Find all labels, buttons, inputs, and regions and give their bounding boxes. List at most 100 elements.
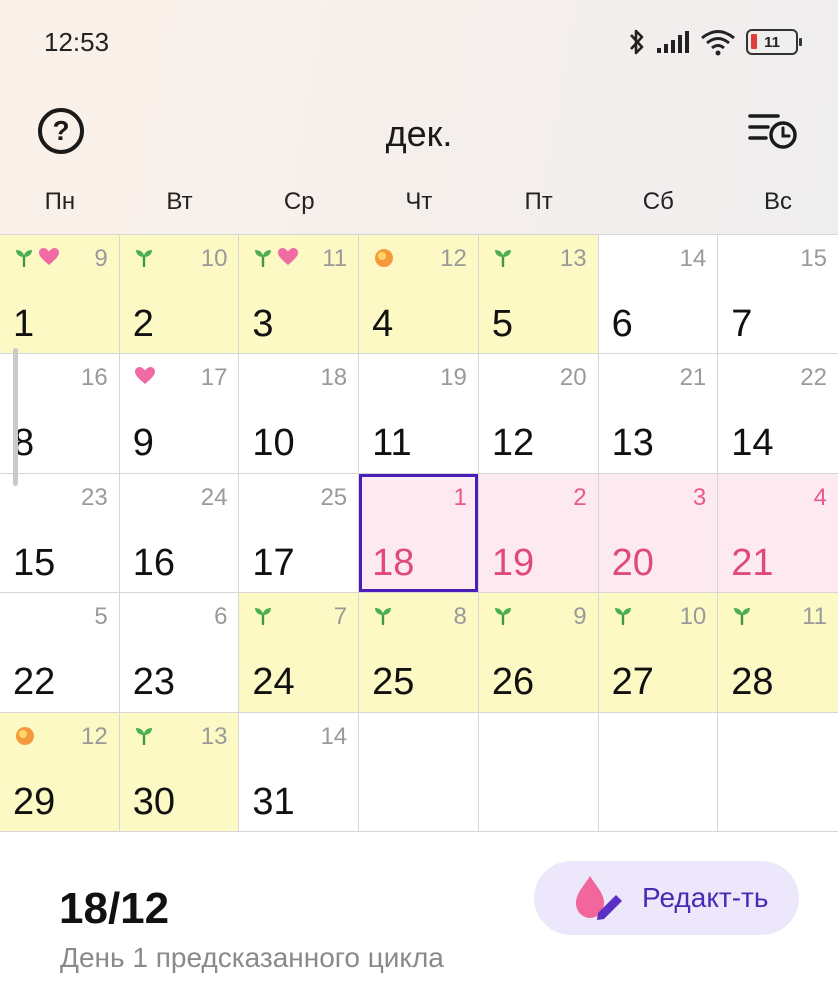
cycle-day-number: 22 <box>800 364 827 392</box>
date-number: 16 <box>132 541 175 584</box>
cycle-day-number: 16 <box>81 364 108 392</box>
calendar-day-cell[interactable]: 15 7 <box>718 235 838 355</box>
cycle-day-number: 15 <box>800 245 827 272</box>
date-number: 14 <box>731 422 774 465</box>
weekday-label: Вт <box>166 188 193 215</box>
sprout-icon <box>732 605 752 626</box>
weekday-label: Пн <box>44 188 76 215</box>
cycle-day-number: 14 <box>320 722 348 750</box>
day-markers <box>613 605 633 626</box>
status-bar: 12:53 11 <box>0 0 838 85</box>
calendar-day-cell[interactable]: 8 25 <box>359 593 479 713</box>
calendar-day-cell[interactable]: 2 19 <box>478 473 599 594</box>
day-markers <box>253 247 299 267</box>
cycle-day-number: 10 <box>200 245 228 272</box>
cycle-history-button[interactable] <box>748 109 800 153</box>
month-title: дек. <box>385 113 453 154</box>
calendar-day-cell[interactable]: 4 21 <box>718 473 838 594</box>
date-number: 18 <box>372 541 415 584</box>
sprout-icon <box>14 247 34 267</box>
calendar-day-cell[interactable]: 7 24 <box>239 593 360 713</box>
cycle-day-number: 10 <box>679 603 707 631</box>
date-number: 17 <box>252 541 295 584</box>
calendar-day-cell[interactable]: 14 6 <box>598 235 719 355</box>
cycle-day-number: 6 <box>214 603 228 631</box>
calendar-day-cell[interactable]: 6 23 <box>119 593 240 713</box>
calendar-day-cell[interactable]: 5 22 <box>0 593 120 713</box>
drop-pencil-icon <box>576 876 622 920</box>
cycle-day-number: 12 <box>81 722 108 750</box>
date-number: 15 <box>13 541 56 584</box>
calendar-day-cell[interactable]: 1 18 <box>359 473 479 594</box>
calendar-day-cell[interactable]: 23 15 <box>0 473 120 594</box>
calendar-day-cell[interactable]: 11 3 <box>239 235 360 355</box>
calendar-day-cell[interactable]: 91 <box>0 235 120 355</box>
battery-percent: 11 <box>764 33 780 51</box>
date-number: 23 <box>132 661 175 704</box>
weekday-label: Пт <box>524 188 553 215</box>
date-number: 9 <box>132 422 154 465</box>
cycle-day-number: 9 <box>94 245 108 272</box>
sprout-icon <box>373 605 393 626</box>
calendar-day-cell[interactable]: 21 13 <box>598 354 719 474</box>
day-markers <box>14 247 60 267</box>
calendar-day-cell[interactable]: 24 16 <box>119 473 240 594</box>
edit-period-button[interactable]: Редакт-ть <box>534 861 799 935</box>
ovulation-icon <box>373 247 395 269</box>
selected-day-panel: 18/12 День 1 предсказанного цикла Редакт… <box>0 832 838 1000</box>
cycle-day-number: 18 <box>320 364 348 392</box>
date-number: 1 <box>13 303 35 345</box>
calendar-day-cell[interactable]: 14 31 <box>239 712 360 832</box>
wifi-icon <box>700 28 736 56</box>
bluetooth-icon <box>628 28 646 56</box>
calendar-day-cell[interactable]: 10 2 <box>119 235 240 355</box>
day-markers <box>253 605 273 626</box>
edit-button-label: Редакт-ть <box>642 882 769 913</box>
calendar-day-cell[interactable]: 13 5 <box>478 235 599 355</box>
cycle-day-number: 8 <box>453 603 467 631</box>
calendar-day-cell[interactable]: 10 27 <box>598 593 719 713</box>
date-number: 6 <box>611 303 633 345</box>
heart-icon <box>38 247 60 267</box>
day-markers <box>493 247 513 267</box>
calendar-cell-empty <box>718 712 838 832</box>
calendar-day-cell[interactable]: 12 29 <box>0 712 120 832</box>
calendar-day-cell[interactable]: 25 17 <box>239 473 360 594</box>
calendar-grid: 9 1 10 2 11 3 12 4 13 5 14 6 15 7 16 8 17 9 18 10 19 11 20 12 21… <box>0 234 838 832</box>
date-number: 20 <box>611 541 654 584</box>
calendar-day-cell[interactable]: 11 28 <box>718 593 838 713</box>
calendar-day-cell[interactable]: 12 4 <box>359 235 479 355</box>
date-number: 25 <box>372 661 415 704</box>
day-markers <box>14 725 36 747</box>
heart-icon <box>277 247 299 267</box>
calendar-day-cell[interactable]: 13 30 <box>119 712 240 832</box>
cycle-day-number: 3 <box>692 483 707 511</box>
cycle-day-number: 20 <box>559 364 587 392</box>
date-number: 12 <box>491 422 535 465</box>
day-markers <box>134 725 154 745</box>
calendar-day-cell[interactable]: 18 10 <box>239 354 360 474</box>
calendar-cell-empty <box>359 712 479 832</box>
sprout-icon <box>493 247 513 267</box>
calendar-day-cell[interactable]: 20 12 <box>478 354 599 474</box>
calendar-day-cell[interactable]: 3 20 <box>598 473 719 594</box>
sprout-icon <box>493 605 513 626</box>
calendar-day-cell[interactable]: 17 9 <box>119 354 240 474</box>
date-number: 27 <box>611 661 654 704</box>
date-number: 22 <box>13 661 56 704</box>
heart-icon <box>134 366 156 386</box>
cycle-day-number: 7 <box>333 603 348 631</box>
sprout-icon <box>134 725 154 745</box>
date-number: 26 <box>491 661 535 704</box>
date-number: 21 <box>731 541 774 584</box>
calendar-day-cell[interactable]: 9 26 <box>478 593 599 713</box>
battery-level <box>751 34 757 49</box>
cycle-day-number: 13 <box>559 245 587 272</box>
sprout-icon <box>253 605 273 626</box>
date-number: 19 <box>491 541 535 584</box>
date-number: 11 <box>372 422 412 465</box>
cycle-day-number: 17 <box>200 364 228 392</box>
calendar-day-cell[interactable]: 22 14 <box>718 354 838 474</box>
calendar-day-cell[interactable]: 19 11 <box>359 354 479 474</box>
weekday-label: Чт <box>405 188 433 215</box>
